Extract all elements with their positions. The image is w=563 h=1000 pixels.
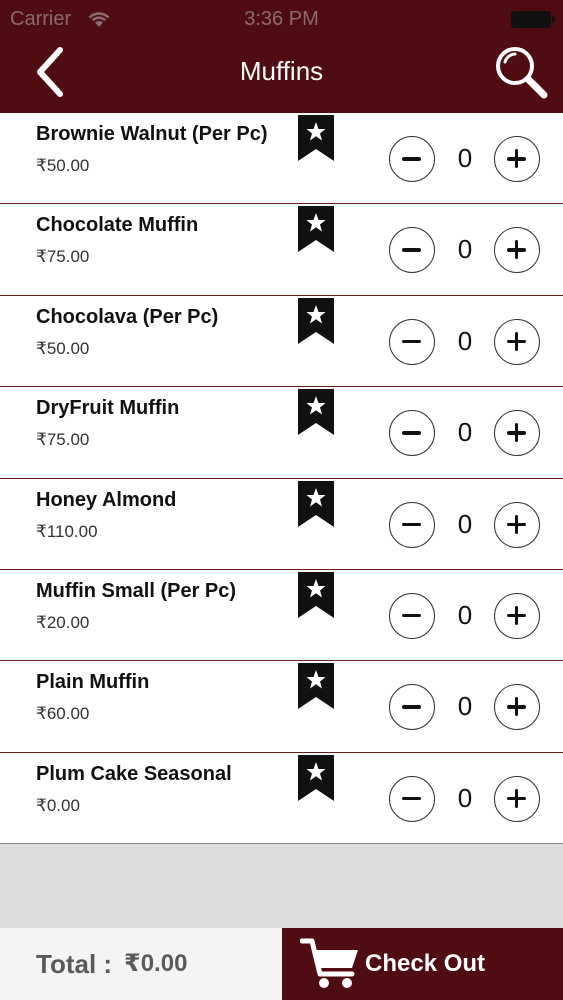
quantity-value: 0	[457, 143, 473, 173]
increase-quantity-button[interactable]	[494, 410, 540, 457]
decrease-quantity-button[interactable]	[389, 775, 435, 822]
increase-quantity-button[interactable]	[494, 684, 540, 731]
bookmark-star-icon[interactable]	[298, 480, 334, 527]
quantity-value: 0	[457, 325, 473, 356]
bookmark-star-icon[interactable]	[298, 389, 334, 436]
decrease-quantity-button[interactable]	[389, 136, 435, 182]
item-name: Brownie Walnut (Per Pc)	[36, 123, 268, 145]
item-name: Chocolate Muffin	[36, 214, 199, 237]
increase-quantity-button[interactable]	[494, 775, 540, 822]
bookmark-star-icon[interactable]	[298, 571, 334, 618]
quantity-value: 0	[457, 599, 473, 630]
quantity-value: 0	[457, 417, 473, 448]
app-header: Carrier 3:36 PM Muffins	[0, 0, 563, 113]
cart-icon	[300, 938, 358, 988]
list-item: Plain Muffin ₹60.00 0	[0, 661, 563, 753]
bookmark-star-icon[interactable]	[298, 115, 334, 161]
increase-quantity-button[interactable]	[494, 227, 540, 274]
list-item: Muffin Small (Per Pc) ₹20.00 0	[0, 569, 563, 662]
item-price: ₹20.00	[36, 612, 90, 632]
item-name: Plain Muffin	[36, 671, 150, 694]
total-value: ₹0.00	[124, 950, 188, 977]
quantity-value: 0	[457, 234, 473, 265]
increase-quantity-button[interactable]	[494, 136, 540, 182]
item-name: Plum Cake Seasonal	[36, 762, 232, 785]
order-footer: Total : ₹0.00 Check Out	[0, 928, 563, 1000]
item-name: DryFruit Muffin	[36, 397, 180, 420]
decrease-quantity-button[interactable]	[389, 684, 435, 731]
page-title: Muffins	[239, 56, 324, 86]
item-price: ₹0.00	[36, 795, 80, 815]
decrease-quantity-button[interactable]	[389, 318, 435, 365]
item-price: ₹75.00	[36, 430, 90, 450]
item-name: Muffin Small (Per Pc)	[36, 579, 237, 602]
total-label: Total :	[36, 949, 113, 979]
checkout-label: Check Out	[365, 950, 486, 977]
item-price: ₹50.00	[36, 156, 90, 175]
list-item: DryFruit Muffin ₹75.00 0	[0, 387, 563, 479]
product-list: Brownie Walnut (Per Pc) ₹50.00 0 Chocola…	[0, 113, 563, 845]
bookmark-star-icon[interactable]	[298, 663, 334, 710]
item-price: ₹75.00	[36, 247, 90, 267]
checkout-button[interactable]: Check Out	[282, 928, 563, 1000]
total-summary: Total : ₹0.00	[0, 928, 282, 1000]
item-price: ₹60.00	[36, 704, 90, 724]
quantity-value: 0	[457, 508, 473, 539]
quantity-value: 0	[457, 782, 473, 813]
bookmark-star-icon[interactable]	[298, 754, 334, 801]
item-name: Chocolava (Per Pc)	[36, 305, 219, 328]
status-time: 3:36 PM	[244, 8, 319, 30]
list-item: Honey Almond ₹110.00 0	[0, 478, 563, 570]
decrease-quantity-button[interactable]	[389, 501, 435, 548]
bookmark-star-icon[interactable]	[298, 297, 334, 344]
increase-quantity-button[interactable]	[494, 318, 540, 365]
item-price: ₹110.00	[36, 521, 98, 541]
bookmark-star-icon[interactable]	[298, 206, 334, 253]
list-item: Chocolate Muffin ₹75.00 0	[0, 204, 563, 296]
increase-quantity-button[interactable]	[494, 501, 540, 548]
list-item: Brownie Walnut (Per Pc) ₹50.00 0	[0, 113, 563, 205]
quantity-value: 0	[457, 691, 473, 722]
list-item: Plum Cake Seasonal ₹0.00 0	[0, 752, 563, 845]
list-item: Chocolava (Per Pc) ₹50.00 0	[0, 295, 563, 388]
item-name: Honey Almond	[36, 488, 177, 511]
decrease-quantity-button[interactable]	[389, 592, 435, 639]
search-icon[interactable]	[493, 44, 549, 100]
decrease-quantity-button[interactable]	[389, 227, 435, 274]
decrease-quantity-button[interactable]	[389, 410, 435, 457]
battery-icon	[511, 11, 555, 28]
status-bar: Carrier 3:36 PM	[0, 0, 563, 38]
increase-quantity-button[interactable]	[494, 592, 540, 639]
item-price: ₹50.00	[36, 338, 90, 358]
